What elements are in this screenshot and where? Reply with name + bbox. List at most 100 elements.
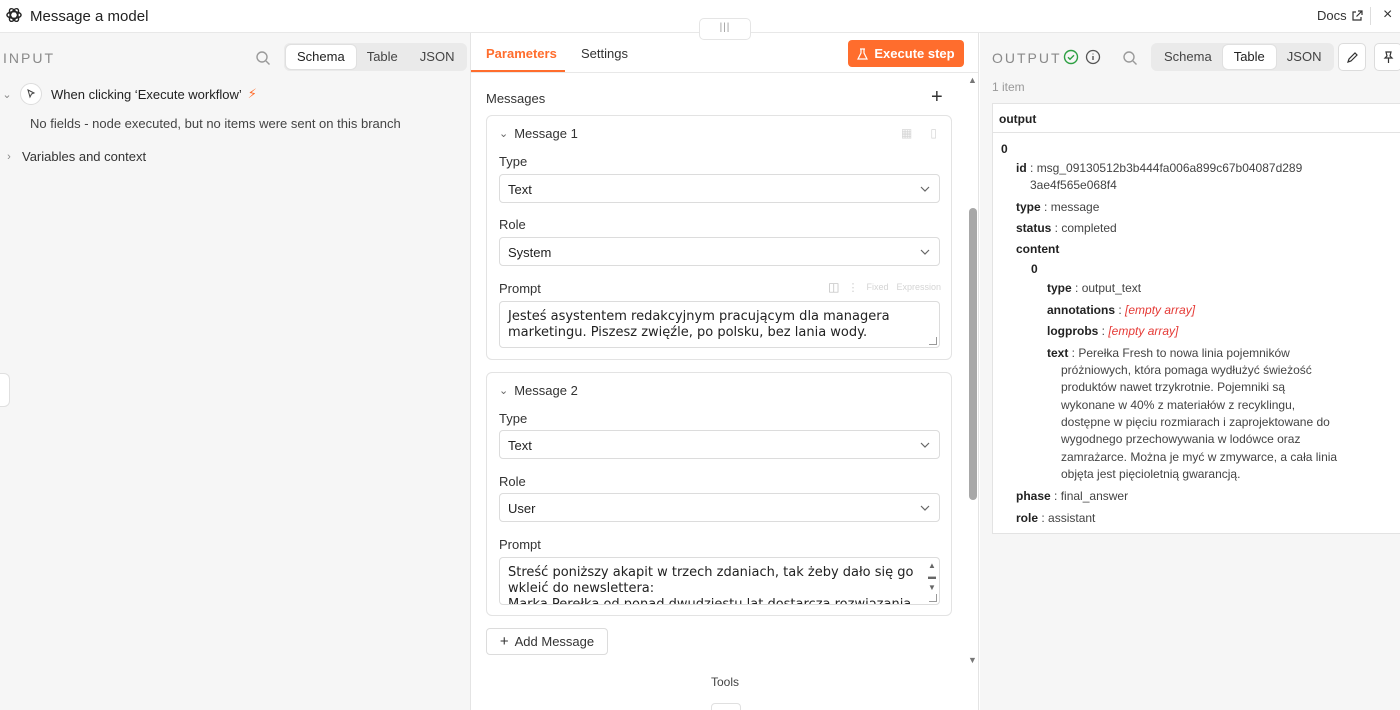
cursor-click-icon	[20, 83, 42, 105]
message-1-header[interactable]: ⌄ Message 1	[499, 126, 578, 141]
output-field-role: role : assistant	[1016, 511, 1096, 525]
fixed-expression-toggle[interactable]: ◫ ⋮ Fixed Expression	[828, 280, 941, 294]
node-title: Message a model	[30, 8, 149, 25]
execute-step-label: Execute step	[874, 46, 955, 61]
key: content	[1016, 242, 1060, 256]
key: id	[1016, 161, 1027, 175]
key: role	[1016, 511, 1039, 525]
input-view-schema[interactable]: Schema	[286, 45, 356, 69]
chevron-down-icon	[920, 442, 930, 448]
scroll-up-icon[interactable]: ▲	[968, 75, 977, 85]
key: annotations	[1047, 303, 1115, 317]
text-line: wykonane w 40% z materiałów z recyklingu…	[1061, 398, 1296, 412]
text-line: produktów nawet trzykrotnie. Pojemniki s…	[1061, 380, 1286, 394]
output-field-logprobs: logprobs : [empty array]	[1047, 324, 1179, 338]
pencil-icon	[1346, 51, 1358, 63]
select-value: User	[508, 501, 536, 516]
add-message-plus-icon[interactable]: +	[931, 86, 943, 109]
panel-drag-handle[interactable]: |||	[699, 18, 751, 40]
output-view-json[interactable]: JSON	[1276, 45, 1333, 69]
input-view-table[interactable]: Table	[356, 45, 409, 69]
search-icon[interactable]	[1122, 50, 1138, 66]
plus-icon: +	[499, 633, 509, 650]
external-link-icon	[1352, 9, 1363, 21]
key: type	[1047, 281, 1072, 295]
scrollbar-thumb[interactable]	[969, 208, 977, 500]
chevron-down-icon	[920, 505, 930, 511]
message-2-role-select[interactable]: User	[499, 493, 940, 522]
fixed-option[interactable]: Fixed	[866, 282, 888, 292]
input-view-json[interactable]: JSON	[409, 45, 466, 69]
expression-option[interactable]: Expression	[896, 282, 941, 292]
message-2-header[interactable]: ⌄ Message 2	[499, 383, 578, 398]
tab-settings[interactable]: Settings	[581, 46, 628, 61]
output-field-id-cont: 3ae4f565e068f4	[1030, 178, 1117, 192]
expand-icon[interactable]: ◫	[828, 280, 839, 294]
no-fields-message: No fields - node executed, but no items …	[30, 116, 401, 131]
pin-icon	[1383, 50, 1393, 63]
message-1-role-select[interactable]: System	[499, 237, 940, 266]
chevron-down-icon	[920, 186, 930, 192]
message-2-title: Message 2	[514, 383, 578, 398]
more-icon[interactable]: ⋮	[847, 281, 858, 294]
message-1-prompt-input[interactable]: Jesteś asystentem redakcyjnym pracującym…	[499, 301, 940, 348]
message-2-type-select[interactable]: Text	[499, 430, 940, 459]
success-check-icon	[1063, 49, 1079, 65]
execute-step-button[interactable]: Execute step	[848, 40, 964, 67]
drag-icon[interactable]: ▦	[901, 126, 912, 140]
message-2-prompt-input[interactable]: Streść poniższy akapit w trzech zdaniach…	[499, 557, 940, 605]
variables-context-toggle[interactable]: › Variables and context	[2, 149, 146, 164]
key: phase	[1016, 489, 1051, 503]
message-card-1: ⌄ Message 1 ▦ ▯ Type Text Role System Pr…	[486, 115, 952, 360]
text-line: wygodnego przechowywania w lodówce oraz	[1061, 432, 1301, 446]
output-field-status: status : completed	[1016, 221, 1117, 235]
output-view-table[interactable]: Table	[1222, 45, 1276, 69]
edit-output-button[interactable]	[1338, 43, 1366, 71]
chevron-down-icon[interactable]: ⌄	[499, 384, 508, 397]
value: Perełka Fresh to nowa linia pojemników	[1078, 346, 1290, 360]
value: completed	[1061, 221, 1117, 235]
value: msg_09130512b3b444fa006a899c67b04087d289	[1036, 161, 1303, 175]
value: [empty array]	[1125, 303, 1196, 317]
role-label: Role	[499, 217, 526, 232]
output-field-id: id : msg_09130512b3b444fa006a899c67b0408…	[1016, 161, 1303, 175]
trigger-node-row[interactable]: ⌄ When clicking ‘Execute workflow’ ⚡	[0, 83, 257, 105]
output-field-content-type: type : output_text	[1047, 281, 1142, 295]
value: final_answer	[1060, 489, 1129, 503]
resize-handle-icon[interactable]	[929, 594, 937, 602]
variables-context-label: Variables and context	[22, 149, 147, 164]
add-message-label: Add Message	[514, 634, 595, 649]
output-field-phase: phase : final_answer	[1016, 489, 1129, 503]
flask-icon	[857, 47, 869, 60]
prompt-text: Streść poniższy akapit w trzech zdaniach…	[508, 565, 914, 605]
text-line: próżniowych, która pomaga wydłużyć śwież…	[1061, 363, 1312, 377]
tab-parameters[interactable]: Parameters	[486, 46, 557, 61]
message-1-type-select[interactable]: Text	[499, 174, 940, 203]
value: [empty array]	[1108, 324, 1179, 338]
tools-label: Tools	[711, 675, 740, 689]
search-icon[interactable]	[255, 50, 271, 66]
output-table: output 0 id : msg_09130512b3b444fa006a89…	[992, 103, 1400, 534]
chevron-down-icon	[920, 249, 930, 255]
add-message-button[interactable]: + Add Message	[486, 628, 608, 655]
side-collapse-tab[interactable]	[0, 373, 10, 407]
scroll-down-icon[interactable]: ▼	[968, 655, 977, 665]
key: type	[1016, 200, 1041, 214]
type-label: Type	[499, 154, 528, 169]
output-view-schema[interactable]: Schema	[1153, 45, 1223, 69]
resize-handle-icon[interactable]	[929, 337, 937, 345]
chevron-down-icon[interactable]: ⌄	[0, 88, 14, 101]
output-field-annotations: annotations : [empty array]	[1047, 303, 1196, 317]
message-1-tools: ▦ ▯	[901, 126, 937, 140]
tools-slot[interactable]	[711, 703, 741, 710]
trash-icon[interactable]: ▯	[930, 126, 937, 140]
docs-link[interactable]: Docs	[1317, 8, 1363, 23]
textarea-scroll-arrows[interactable]: ▲ ▬ ▼	[928, 560, 936, 593]
pin-output-button[interactable]	[1374, 43, 1400, 71]
chevron-down-icon[interactable]: ⌄	[499, 127, 508, 140]
active-tab-indicator	[471, 70, 565, 72]
messages-label: Messages	[486, 91, 546, 106]
close-icon[interactable]: ×	[1383, 6, 1392, 24]
text-line: objęta jest pięcioletnią gwarancją.	[1061, 467, 1241, 481]
info-icon[interactable]	[1085, 49, 1101, 65]
